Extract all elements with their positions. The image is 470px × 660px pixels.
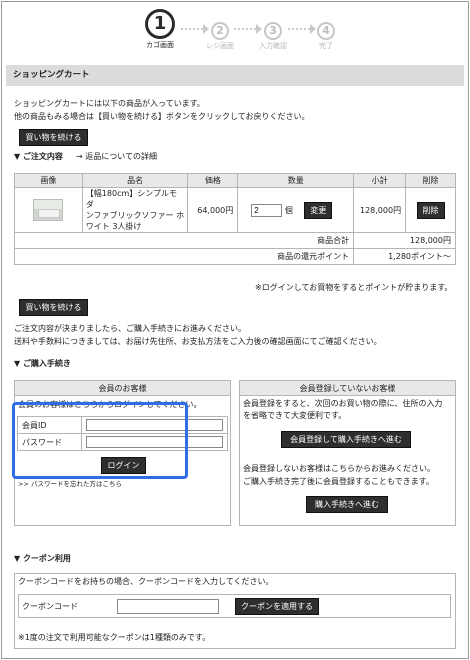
table-row: 【幅180cm】シンプルモダ ンファブリックソファー ホ ワイト 3人掛け 64…	[14, 187, 456, 233]
product-image[interactable]	[33, 199, 64, 221]
coupon-code-input[interactable]	[117, 599, 219, 614]
total-value: 128,000円	[353, 232, 456, 249]
column-header: 小計	[353, 173, 407, 188]
coupon-label: クーポンコード	[22, 602, 78, 611]
step-number: 3	[264, 22, 282, 40]
continue-shopping-button[interactable]: 買い物を続ける	[19, 299, 88, 316]
page-title: ショッピングカート	[6, 65, 464, 86]
continue-shopping-button[interactable]: 買い物を続ける	[19, 129, 88, 146]
column-header: 価格	[187, 173, 239, 188]
column-header: 品名	[81, 173, 189, 188]
delete-item-button[interactable]: 削除	[416, 201, 445, 219]
purchase-heading: ▼ ご購入手続き	[14, 359, 71, 368]
coupon-intro: クーポンコードをお持ちの場合、クーポンコードを入力してください。	[18, 577, 274, 586]
coupon-note: ※1度の注文で利用可能なクーポンは1種類のみです。	[18, 633, 211, 642]
column-header: 数量	[237, 173, 355, 188]
guest-text: を省略できて大変便利です。	[243, 411, 347, 420]
step-label: 完了	[319, 42, 333, 50]
step-complete: 4 完了	[303, 22, 349, 51]
product-name-line: 【幅180cm】シンプルモダ	[85, 189, 178, 209]
product-price: 64,000円	[187, 187, 239, 233]
product-name[interactable]: 【幅180cm】シンプルモダ ンファブリックソファー ホ ワイト 3人掛け	[81, 187, 189, 233]
step-label: 入力確認	[259, 42, 287, 50]
points-label: 商品の還元ポイント	[13, 248, 355, 265]
intro-text: 他の商品もみる場合は【買い物を続ける】ボタンをクリックしてお戻りください。	[14, 112, 310, 121]
table-row: 商品の還元ポイント 1,280ポイント〜	[13, 248, 456, 265]
step-label: レジ画面	[206, 42, 234, 50]
guest-text: ご購入手続き完了後に会員登録することもできます。	[243, 477, 434, 486]
product-name-line: ンファブリックソファー ホ	[85, 211, 185, 220]
table-row: 商品合計 128,000円	[13, 232, 456, 249]
coupon-heading: ▼ クーポン利用	[14, 554, 71, 563]
column-header: 画像	[14, 173, 83, 188]
step-label: カゴ画面	[146, 41, 174, 49]
guest-panel-heading: 会員登録していないお客様	[240, 381, 455, 396]
update-quantity-button[interactable]: 変更	[304, 201, 333, 219]
quantity-input[interactable]	[251, 203, 283, 217]
intro-text: ショッピングカートには以下の商品が入っています。	[14, 99, 205, 108]
guest-text: 会員登録しないお客様はこちらからお進みください。	[243, 464, 435, 473]
step-cart: 1 カゴ画面	[137, 9, 183, 50]
guest-text: 会員登録をすると、次回のお買い物の際に、住所の入力	[243, 399, 443, 408]
login-highlight-box	[12, 402, 188, 479]
points-value: 1,280ポイント〜	[353, 248, 456, 265]
subtotal: 128,000円	[353, 187, 407, 233]
column-header: 削除	[405, 173, 456, 188]
step-number: 2	[211, 22, 229, 40]
step-register: 2 レジ画面	[197, 22, 243, 51]
return-policy-link[interactable]: → 返品についての詳細	[76, 151, 157, 162]
product-name-line: ワイト 3人掛け	[85, 222, 142, 231]
step-number: 1	[145, 9, 175, 39]
proceed-text: 送料や手数料につきましては、お届け先住所、お支払方法をご入力後の確認画面にてご確…	[14, 337, 382, 346]
guest-checkout-button[interactable]: 購入手続きへ進む	[306, 496, 388, 513]
register-and-checkout-button[interactable]: 会員登録して購入手続きへ進む	[281, 431, 411, 448]
order-heading: ▼ ご注文内容	[14, 152, 63, 161]
total-label: 商品合計	[13, 232, 355, 249]
step-confirm: 3 入力確認	[250, 22, 296, 51]
member-panel-heading: 会員のお客様	[15, 381, 230, 396]
quantity-unit: 個	[284, 205, 293, 215]
apply-coupon-button[interactable]: クーポンを適用する	[235, 598, 319, 615]
forgot-password-link[interactable]: >> パスワードを忘れた方はこちら	[18, 479, 122, 490]
cart-table: 画像 品名 価格 数量 小計 削除 【幅180cm】シンプルモダ ンファブリック…	[13, 173, 456, 265]
login-points-note: ※ログインしてお買物をするとポイントが貯まります。	[255, 283, 453, 292]
step-number: 4	[317, 22, 335, 40]
proceed-text: ご注文内容が決まりましたら、ご購入手続きにお進みください。	[14, 324, 246, 333]
